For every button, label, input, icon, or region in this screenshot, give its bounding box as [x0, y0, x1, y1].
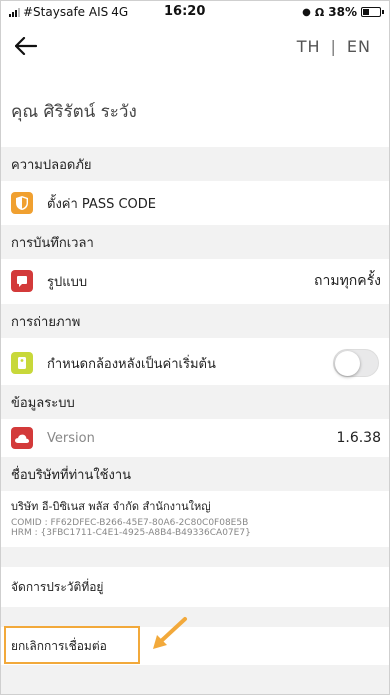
cloud-icon — [11, 427, 33, 449]
back-button[interactable] — [11, 31, 41, 61]
annotation-arrow-icon — [153, 617, 187, 649]
version-row: Version 1.6.38 — [1, 419, 389, 457]
status-left: #Staysafe AIS 4G — [9, 5, 128, 19]
company-hrm: HRM : {3FBC1711-C4E1-4925-A8B4-B49336CA0… — [11, 528, 251, 538]
record-mode-row[interactable]: รูปแบบ ถามทุกครั้ง — [1, 262, 389, 300]
carrier-name: #Staysafe AIS — [23, 5, 109, 19]
highlight-box — [4, 626, 140, 664]
section-header-system: ข้อมูลระบบ — [1, 385, 389, 419]
rear-camera-row: กำหนดกล้องหลังเป็นค่าเริ่มต้น — [1, 341, 389, 385]
section-header-photo: การถ่ายภาพ — [1, 304, 389, 338]
headphones-icon: Ω — [314, 5, 325, 19]
rear-camera-toggle[interactable] — [333, 349, 379, 377]
network-type: 4G — [111, 5, 129, 19]
arrow-left-icon — [15, 37, 37, 55]
chat-bubble-icon — [11, 270, 33, 292]
spacer-band-2 — [1, 607, 389, 627]
battery-percent: 38% — [328, 5, 357, 19]
battery-fill — [363, 9, 369, 15]
bottom-band — [1, 665, 389, 694]
passcode-row[interactable]: ตั้งค่า PASS CODE — [1, 184, 389, 222]
passcode-label: ตั้งค่า PASS CODE — [47, 196, 156, 212]
phone-camera-icon — [11, 352, 33, 374]
company-name: บริษัท อี-บิซิเนส พลัส จำกัด สำนักงานใหญ… — [11, 500, 211, 513]
clock: 16:20 — [164, 4, 206, 19]
record-mode-value: ถามทุกครั้ง — [314, 273, 381, 289]
shield-icon — [11, 192, 33, 214]
spacer-band — [1, 547, 389, 567]
section-header-company: ชื่อบริษัทที่ท่านใช้งาน — [1, 457, 389, 491]
lang-separator: | — [330, 37, 337, 56]
user-name: คุณ ศิริรัตน์ ระวัง — [11, 102, 137, 122]
status-bar: #Staysafe AIS 4G 16:20 ● Ω 38% — [1, 1, 389, 23]
toggle-knob — [335, 351, 360, 376]
status-right: ● Ω 38% — [302, 5, 384, 19]
section-header-time-record: การบันทึกเวลา — [1, 225, 389, 259]
version-label: Version — [47, 430, 95, 446]
company-comid: COMID : FF62DFEC-B266-45E7-80A6-2C80C0F0… — [11, 518, 249, 528]
version-value: 1.6.38 — [336, 430, 381, 446]
manage-address-row[interactable]: จัดการประวัติที่อยู่ — [1, 567, 389, 607]
section-header-security: ความปลอดภัย — [1, 147, 389, 181]
alarm-icon: ● — [302, 6, 311, 18]
app-screen: #Staysafe AIS 4G 16:20 ● Ω 38% TH | EN คุณ… — [0, 0, 390, 695]
battery-icon — [361, 7, 384, 17]
record-mode-label: รูปแบบ — [47, 274, 88, 290]
lang-en-button[interactable]: EN — [347, 37, 371, 56]
rear-camera-label: กำหนดกล้องหลังเป็นค่าเริ่มต้น — [47, 356, 216, 372]
manage-address-label: จัดการประวัติที่อยู่ — [11, 579, 104, 594]
language-switch: TH | EN — [297, 37, 371, 56]
signal-icon — [9, 7, 20, 17]
lang-th-button[interactable]: TH — [297, 37, 321, 56]
company-info: บริษัท อี-บิซิเนส พลัส จำกัด สำนักงานใหญ… — [1, 491, 389, 547]
